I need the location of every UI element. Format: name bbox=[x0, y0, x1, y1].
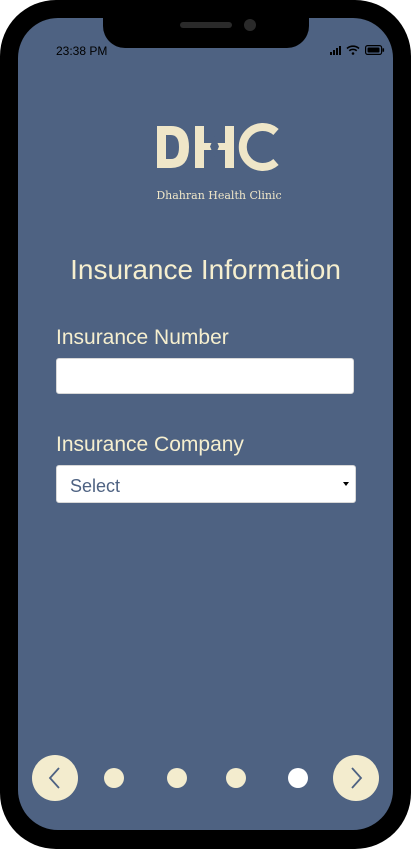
dhc-logo-icon bbox=[157, 123, 279, 171]
signal-icon bbox=[330, 45, 341, 55]
app-screen: 23:38 PM Dhahran Health Clinic Insurance… bbox=[18, 18, 393, 830]
pager-dot-4-active[interactable] bbox=[288, 768, 308, 788]
insurance-number-label: Insurance Number bbox=[56, 326, 229, 349]
pager-dot-1[interactable] bbox=[104, 768, 124, 788]
front-camera bbox=[244, 19, 256, 31]
logo-clinic-name: Dhahran Health Clinic bbox=[156, 189, 282, 202]
status-time: 23:38 PM bbox=[56, 44, 108, 58]
insurance-number-input[interactable] bbox=[56, 358, 354, 394]
next-button[interactable] bbox=[333, 755, 379, 801]
prev-button[interactable] bbox=[32, 755, 78, 801]
clinic-logo: Dhahran Health Clinic bbox=[144, 88, 294, 228]
insurance-company-label: Insurance Company bbox=[56, 433, 244, 456]
phone-frame: 23:38 PM Dhahran Health Clinic Insurance… bbox=[0, 0, 411, 849]
pager-dot-3[interactable] bbox=[226, 768, 246, 788]
chevron-right-icon bbox=[351, 767, 363, 789]
speaker-grille bbox=[180, 22, 232, 28]
select-value: Select bbox=[70, 476, 121, 496]
phone-notch bbox=[103, 16, 309, 48]
pager-dot-2[interactable] bbox=[167, 768, 187, 788]
status-icons bbox=[330, 45, 385, 55]
wifi-icon bbox=[346, 45, 360, 55]
chevron-left-icon bbox=[48, 767, 60, 789]
battery-icon bbox=[365, 45, 385, 55]
page-title: Insurance Information bbox=[70, 254, 341, 285]
caret-down-icon bbox=[343, 482, 349, 486]
insurance-company-select[interactable]: Select bbox=[56, 465, 356, 503]
